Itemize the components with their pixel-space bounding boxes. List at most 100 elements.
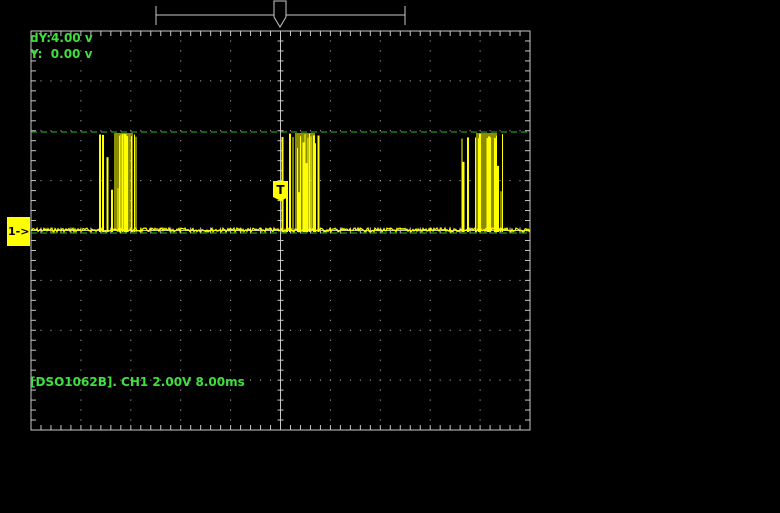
graticule-dot <box>299 279 301 281</box>
graticule-dot <box>389 80 391 82</box>
graticule-dot <box>329 399 331 401</box>
graticule-dot <box>190 80 192 82</box>
graticule-dot <box>469 379 471 381</box>
graticule-dot <box>379 140 381 142</box>
graticule-dot <box>499 329 501 331</box>
graticule-dot <box>130 309 132 311</box>
graticule-dot <box>220 180 222 182</box>
graticule-dot <box>429 259 431 261</box>
graticule-dot <box>419 379 421 381</box>
graticule-dot <box>250 80 252 82</box>
graticule-dot <box>100 80 102 82</box>
graticule-dot <box>499 180 501 182</box>
graticule-dot <box>230 319 232 321</box>
graticule-dot <box>329 259 331 261</box>
graticule-dot <box>429 170 431 172</box>
graticule-dot <box>240 329 242 331</box>
trigger-flag-label: T <box>276 183 285 197</box>
graticule-dot <box>80 389 82 391</box>
graticule-dot <box>429 339 431 341</box>
graticule-dot <box>180 90 182 92</box>
graticule-dot <box>200 329 202 331</box>
graticule-dot <box>180 399 182 401</box>
graticule-dot <box>130 339 132 341</box>
graticule-dot <box>80 170 82 172</box>
graticule-dot <box>240 279 242 281</box>
graticule-dot <box>190 329 192 331</box>
graticule-dot <box>140 329 142 331</box>
graticule-dot <box>379 70 381 72</box>
graticule-dot <box>299 329 301 331</box>
graticule-dot <box>180 249 182 251</box>
graticule-dot <box>80 90 82 92</box>
graticule-dot <box>329 170 331 172</box>
graticule-dot <box>369 80 371 82</box>
trigger-flag-icon[interactable]: T <box>273 181 288 201</box>
graticule-dot <box>80 210 82 212</box>
graticule-dot <box>230 40 232 42</box>
channel-1-ground-marker[interactable]: 1-> <box>7 217 30 246</box>
graticule-dot <box>469 329 471 331</box>
graticule-dot <box>379 90 381 92</box>
graticule-dot <box>329 190 331 192</box>
graticule-dot <box>130 100 132 102</box>
graticule-dot <box>80 339 82 341</box>
graticule-dot <box>349 180 351 182</box>
graticule-dot <box>379 289 381 291</box>
graticule-dot <box>379 160 381 162</box>
graticule-dot <box>329 220 331 222</box>
graticule-dot <box>230 339 232 341</box>
graticule-dot <box>230 80 232 82</box>
graticule-dot <box>379 130 381 132</box>
graticule-dot <box>479 100 481 102</box>
graticule-dot <box>429 100 431 102</box>
graticule-dot <box>339 180 341 182</box>
graticule-dot <box>120 130 122 132</box>
graticule-dot <box>369 180 371 182</box>
graticule-dot <box>140 180 142 182</box>
graticule-dot <box>479 70 481 72</box>
graticule-dot <box>110 80 112 82</box>
graticule-dot <box>130 269 132 271</box>
graticule-dot <box>519 180 521 182</box>
graticule-dot <box>399 329 401 331</box>
cursor-delta-readout: dY:4.00 v <box>30 31 93 45</box>
graticule-dot <box>130 419 132 421</box>
graticule-dot <box>449 379 451 381</box>
graticule-dot <box>499 379 501 381</box>
graticule-dot <box>250 329 252 331</box>
graticule-dot <box>429 369 431 371</box>
graticule-dot <box>359 329 361 331</box>
graticule-dot <box>339 379 341 381</box>
graticule-dot <box>180 359 182 361</box>
graticule-dot <box>349 130 351 132</box>
graticule-dot <box>180 160 182 162</box>
graticule-dot <box>329 269 331 271</box>
graticule-dot <box>180 190 182 192</box>
graticule-dot <box>329 160 331 162</box>
graticule-dot <box>499 80 501 82</box>
graticule-dot <box>230 419 232 421</box>
graticule-dot <box>479 40 481 42</box>
graticule-dot <box>379 110 381 112</box>
graticule-dot <box>349 279 351 281</box>
graticule-dot <box>180 279 182 281</box>
graticule-dot <box>230 289 232 291</box>
graticule-dot <box>230 329 232 331</box>
graticule-dot <box>329 140 331 142</box>
graticule-dot <box>80 259 82 261</box>
graticule-dot <box>130 409 132 411</box>
graticule-dot <box>329 329 331 331</box>
graticule-dot <box>319 80 321 82</box>
graticule-dot <box>180 50 182 52</box>
graticule-dot <box>519 329 521 331</box>
graticule-dot <box>80 249 82 251</box>
graticule-dot <box>379 210 381 212</box>
graticule-dot <box>180 220 182 222</box>
graticule-dot <box>170 329 172 331</box>
graticule-dot <box>349 379 351 381</box>
graticule-dot <box>379 409 381 411</box>
graticule-dot <box>429 409 431 411</box>
graticule-dot <box>70 130 72 132</box>
graticule-dot <box>180 269 182 271</box>
